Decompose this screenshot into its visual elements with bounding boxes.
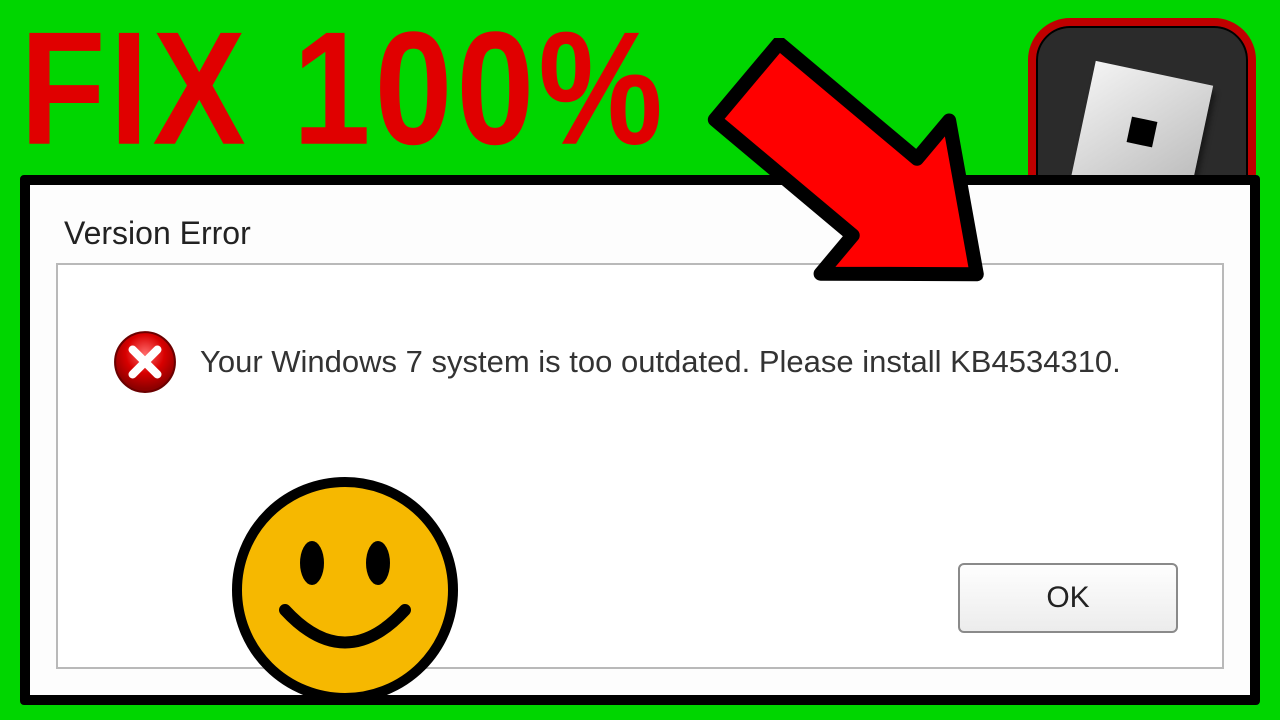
smiley-icon [230,475,460,705]
headline-text: FIX 100% [20,8,667,169]
pointer-arrow-icon [610,38,1050,358]
roblox-tile-dot [1127,117,1158,148]
error-icon [112,329,178,395]
dialog-title: Version Error [64,215,251,252]
ok-button[interactable]: OK [958,563,1178,633]
